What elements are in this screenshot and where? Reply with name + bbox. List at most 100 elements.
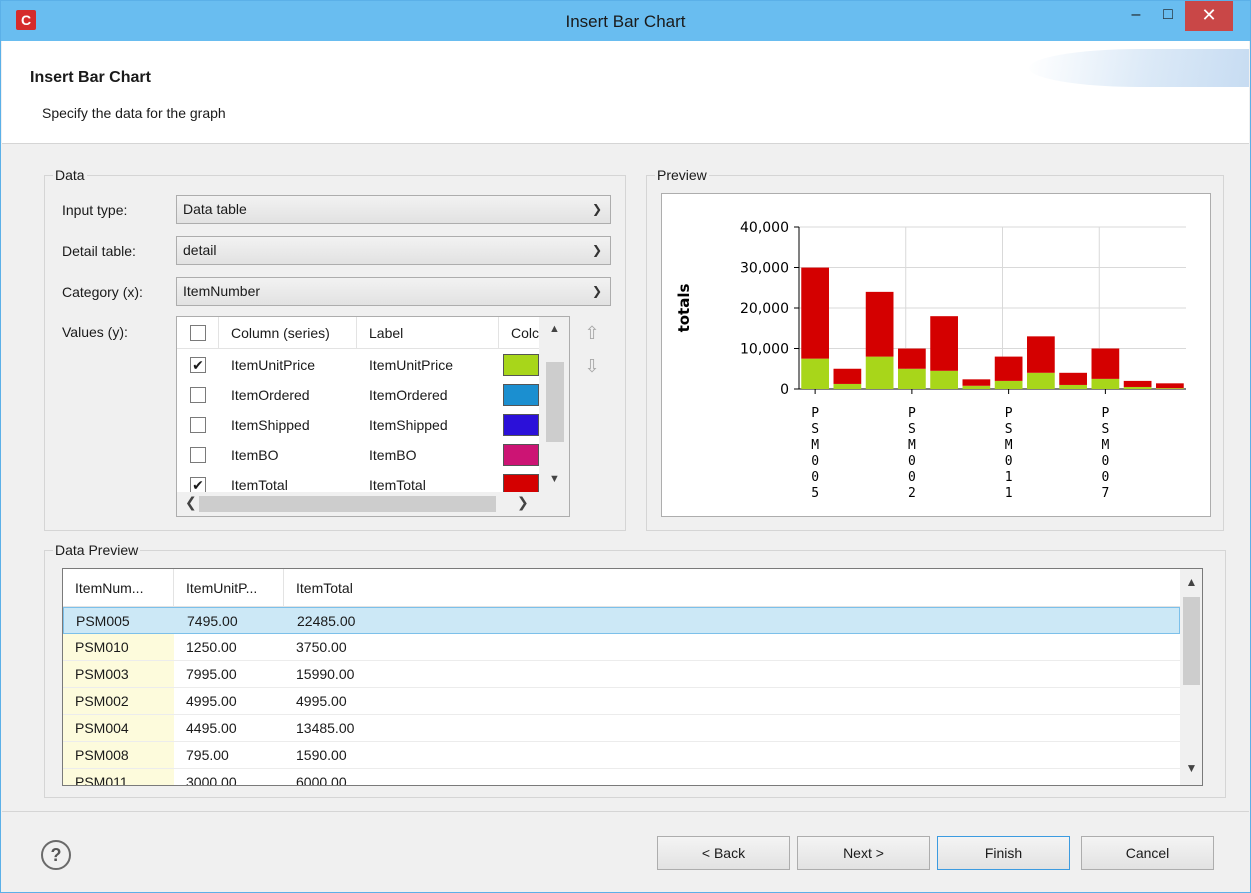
- series-column-cell: ItemShipped: [231, 417, 310, 433]
- column-item-number-header[interactable]: ItemNum...: [63, 569, 174, 607]
- y-tick-label: 40,000: [740, 220, 789, 236]
- series-check-cell: [177, 440, 219, 470]
- x-tick-label-char: 0: [1101, 470, 1109, 485]
- bar-ItemUnitPrice-PSM010: [833, 383, 862, 389]
- chevron-down-icon: ❯: [591, 243, 602, 257]
- series-check-cell: [177, 410, 219, 440]
- series-check-cell: ✔: [177, 350, 219, 380]
- series-label-cell[interactable]: ItemUnitPrice: [357, 350, 499, 380]
- series-checkbox[interactable]: [190, 387, 206, 403]
- cancel-button[interactable]: Cancel: [1081, 836, 1214, 870]
- help-icon: ?: [50, 845, 62, 865]
- column-color-header[interactable]: Colc: [499, 317, 539, 349]
- column-item-unit-price-header[interactable]: ItemUnitP...: [174, 569, 284, 607]
- bar-ItemUnitPrice-PSM002: [898, 368, 926, 389]
- values-table-vertical-scrollbar[interactable]: ▲ ▼: [539, 317, 569, 492]
- item-total-cell: 4995.00: [296, 693, 347, 709]
- series-column-cell: ItemBO: [231, 447, 279, 463]
- scroll-right-icon[interactable]: ❯: [517, 494, 529, 511]
- page-subtitle: Specify the data for the graph: [42, 105, 226, 121]
- series-color-swatch[interactable]: [503, 354, 539, 376]
- table-row[interactable]: PSM005 7495.00 22485.00: [63, 607, 1180, 634]
- move-down-button[interactable]: ⇩: [581, 355, 603, 377]
- select-all-checkbox[interactable]: [190, 325, 206, 341]
- input-type-select[interactable]: Data table ❯: [176, 195, 611, 224]
- table-row[interactable]: PSM002 4995.00 4995.00: [63, 688, 1180, 715]
- series-label-cell[interactable]: ItemOrdered: [357, 380, 499, 410]
- data-preview-vertical-scrollbar[interactable]: ▲ ▼: [1180, 569, 1202, 785]
- finish-button[interactable]: Finish: [937, 836, 1070, 870]
- scroll-up-icon[interactable]: ▲: [1180, 575, 1202, 589]
- y-tick-label: 20,000: [740, 301, 789, 317]
- series-checkbox[interactable]: ✔: [190, 477, 206, 493]
- values-series-table: Column (series) Label Colc ✔ ItemUnitPric…: [176, 316, 570, 517]
- column-label-header[interactable]: Label: [357, 317, 499, 349]
- scroll-down-icon[interactable]: ▼: [1180, 761, 1202, 775]
- item-total-cell: 1590.00: [296, 747, 347, 763]
- table-row[interactable]: PSM003 7995.00 15990.00: [63, 661, 1180, 688]
- scroll-left-icon[interactable]: ❮: [185, 494, 197, 511]
- bar-ItemUnitPrice-PSM012: [1156, 388, 1184, 389]
- bar-ItemTotal-PSM004: [930, 316, 958, 371]
- x-tick-label-char: 7: [1101, 486, 1109, 501]
- y-tick-label: 30,000: [740, 261, 789, 277]
- back-button[interactable]: < Back: [657, 836, 790, 870]
- data-preview-legend: Data Preview: [55, 542, 139, 558]
- bar-ItemTotal-PSM010: [833, 368, 862, 384]
- scrollbar-thumb[interactable]: [199, 496, 496, 512]
- series-label-cell[interactable]: ItemShipped: [357, 410, 499, 440]
- table-row[interactable]: PSM008 795.00 1590.00: [63, 742, 1180, 769]
- x-tick-label-char: S: [1101, 422, 1109, 437]
- series-color-swatch[interactable]: [503, 384, 539, 406]
- maximize-button[interactable]: □: [1153, 1, 1183, 31]
- scroll-up-icon[interactable]: ▲: [539, 323, 569, 335]
- series-row[interactable]: ItemBO ItemBO: [177, 440, 539, 470]
- bar-chart: 010,00020,00030,00040,000totalsPSM005PSM…: [675, 220, 1186, 501]
- x-tick-label-char: 0: [908, 454, 916, 469]
- series-color-swatch[interactable]: [503, 444, 539, 466]
- series-check-cell: [177, 380, 219, 410]
- table-row[interactable]: PSM011 3000.00 6000.00: [63, 769, 1180, 786]
- values-table-horizontal-scrollbar[interactable]: ❮ ❯: [177, 492, 569, 516]
- table-row[interactable]: PSM004 4495.00 13485.00: [63, 715, 1180, 742]
- x-tick-label-char: P: [1005, 406, 1013, 421]
- item-number-cell: PSM011: [63, 769, 174, 785]
- item-total-cell: 13485.00: [296, 720, 355, 736]
- x-tick-label-char: 5: [811, 486, 819, 501]
- column-series-header[interactable]: Column (series): [219, 317, 357, 349]
- item-unit-price-cell: 795.00: [186, 747, 229, 763]
- bar-ItemTotal-PSM008: [962, 379, 991, 386]
- item-unit-price-cell: 4995.00: [186, 693, 237, 709]
- dialog-window: C Insert Bar Chart – □ ✕ Insert Bar Char…: [0, 0, 1251, 893]
- item-number-cell: PSM002: [63, 688, 174, 714]
- footer-separator: [2, 811, 1249, 812]
- chart-preview: 0 10,000 20,000 30,000 40,000 totals P S M 0 0 5 P S M…: [661, 193, 1211, 517]
- item-unit-price-cell: 3000.00: [186, 774, 237, 786]
- table-row[interactable]: PSM010 1250.00 3750.00: [63, 634, 1180, 661]
- bar-ItemUnitPrice-PSM009: [1091, 378, 1120, 389]
- bar-ItemTotal-PSM005: [801, 267, 829, 359]
- detail-table-select[interactable]: detail ❯: [176, 236, 611, 265]
- bar-ItemUnitPrice-PSM008: [962, 385, 991, 389]
- help-button[interactable]: ?: [41, 840, 71, 870]
- move-up-button[interactable]: ⇧: [581, 322, 603, 344]
- series-color-swatch[interactable]: [503, 414, 539, 436]
- series-label-cell[interactable]: ItemBO: [357, 440, 499, 470]
- column-item-total-header[interactable]: ItemTotal: [284, 569, 1180, 607]
- category-select[interactable]: ItemNumber ❯: [176, 277, 611, 306]
- scrollbar-thumb[interactable]: [1183, 597, 1200, 685]
- series-checkbox[interactable]: ✔: [190, 357, 206, 373]
- scroll-down-icon[interactable]: ▼: [539, 473, 569, 485]
- data-preview-header: ItemNum... ItemUnitP... ItemTotal: [63, 569, 1180, 607]
- series-checkbox[interactable]: [190, 447, 206, 463]
- scrollbar-thumb[interactable]: [546, 362, 564, 442]
- minimize-button[interactable]: –: [1121, 1, 1151, 31]
- series-row[interactable]: ItemOrdered ItemOrdered: [177, 380, 539, 410]
- series-checkbox[interactable]: [190, 417, 206, 433]
- x-tick-label-char: P: [1101, 406, 1109, 421]
- series-row[interactable]: ✔ ItemUnitPrice ItemUnitPrice: [177, 350, 539, 380]
- series-row[interactable]: ItemShipped ItemShipped: [177, 410, 539, 440]
- close-button[interactable]: ✕: [1185, 1, 1233, 31]
- next-button[interactable]: Next >: [797, 836, 930, 870]
- item-unit-price-cell: 4495.00: [186, 720, 237, 736]
